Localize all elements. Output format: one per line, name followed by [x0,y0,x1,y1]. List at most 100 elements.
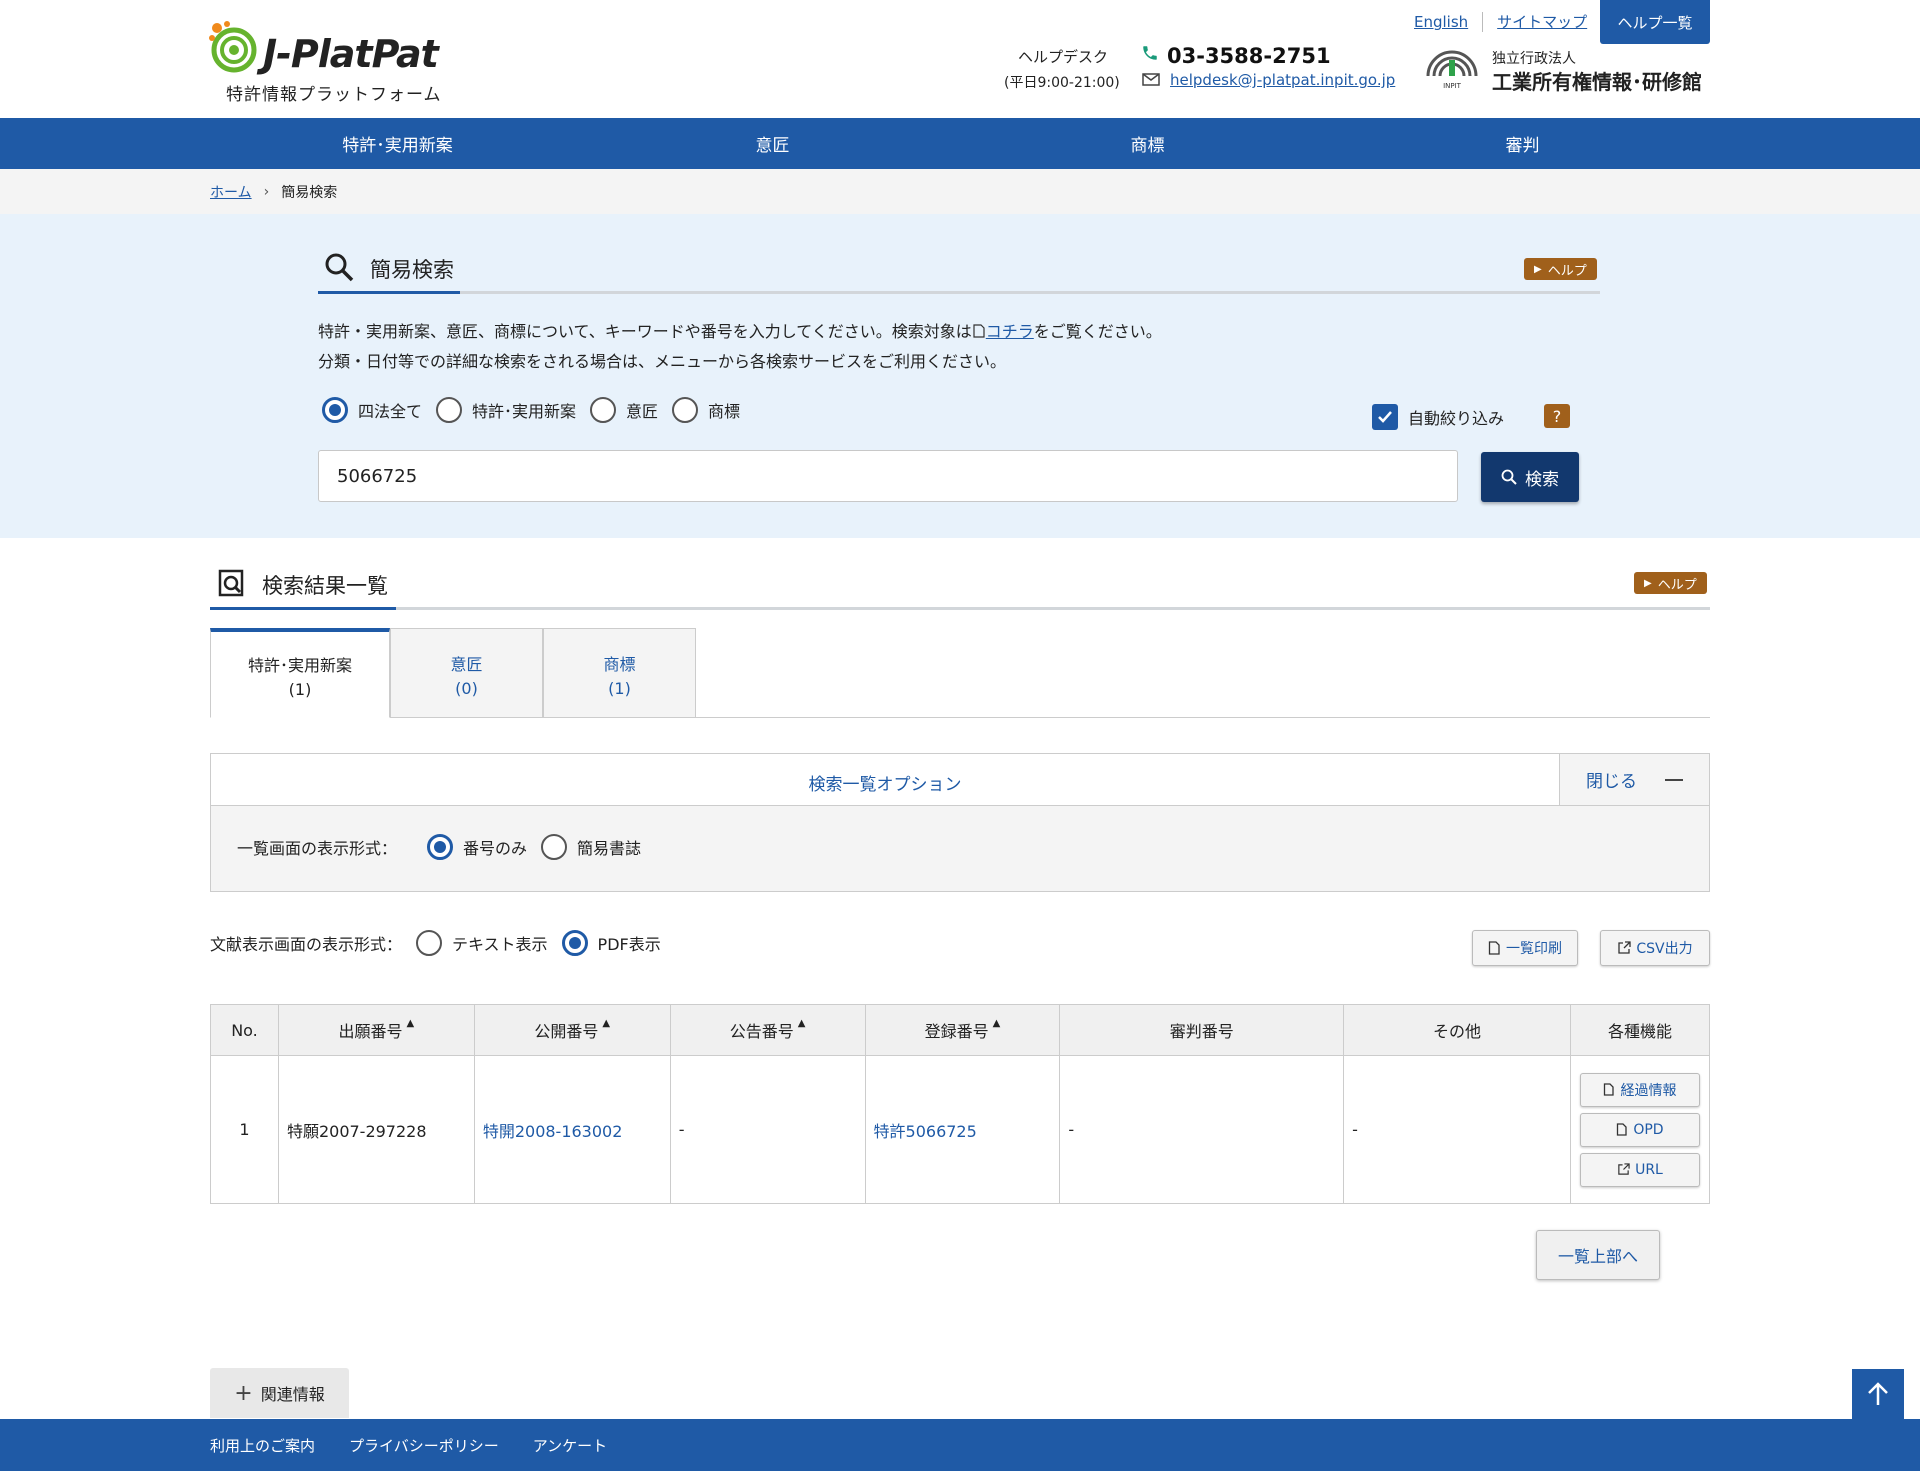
radio-trademark[interactable] [672,397,699,423]
auto-filter-help-icon[interactable]: ? [1544,404,1570,428]
radio-all-laws-label: 四法全て [358,402,423,421]
search-button[interactable]: 検索 [1481,452,1579,502]
results-title-row: 検索結果一覧 ▶ ヘルプ [210,558,1710,610]
english-link[interactable]: English [1400,12,1484,32]
to-list-top-button[interactable]: 一覧上部へ [1536,1230,1660,1280]
tab-trademark-count: (1) [608,679,631,698]
helpdesk-phone: 03-3588-2751 [1167,44,1331,68]
breadcrumb-home[interactable]: ホーム [210,182,252,202]
nav-design[interactable]: 意匠 [585,118,960,169]
top-links: English サイトマップ [1400,12,1601,32]
col-app-no[interactable]: 出願番号 ▲ [277,1004,475,1056]
pub-no-link[interactable]: 特開2008-163002 [483,1122,623,1141]
helpdesk-hours: (平日9:00-21:00) [1004,75,1120,91]
logo-text: J-PlatPat [263,32,439,76]
search-input[interactable] [318,450,1458,502]
tab-design[interactable]: 意匠 (0) [390,628,543,718]
sitemap-link[interactable]: サイトマップ [1483,12,1601,32]
inpit-logo-text: INPIT [1443,82,1462,90]
url-label: URL [1635,1161,1663,1178]
radio-number-only-label: 番号のみ [463,839,528,858]
radio-text-view[interactable] [416,930,443,956]
search-title: 簡易検索 [370,258,454,282]
col-functions: 各種機能 [1569,1004,1711,1056]
page-top-button[interactable] [1852,1369,1904,1419]
radio-simple-biblio[interactable] [541,834,568,860]
play-icon: ▶ [1534,263,1542,275]
tab-trademark[interactable]: 商標 (1) [543,628,696,718]
document-icon [1617,1123,1627,1136]
list-format-label: 一覧画面の表示形式： [237,839,398,858]
site-footer: 利用上のご案内 プライバシーポリシー アンケート [0,1419,1920,1471]
document-icon [1604,1083,1615,1096]
nav-trial[interactable]: 審判 [1335,118,1710,169]
phone-icon [1143,46,1157,60]
inpit-org-type: 独立行政法人 [1492,51,1576,67]
col-announce-no[interactable]: 公告番号 ▲ [669,1004,866,1056]
tab-patent-count: (1) [288,680,312,699]
sort-icon[interactable]: ▲ [993,1018,1001,1029]
footer-survey-link[interactable]: アンケート [533,1435,607,1456]
sort-icon[interactable]: ▲ [602,1018,610,1029]
col-pub-no[interactable]: 公開番号 ▲ [473,1004,671,1056]
desc1-pre: 特許・実用新案、意匠、商標について、キーワードや番号を入力してください。検索対象… [318,322,972,341]
col-no: No. [210,1004,279,1056]
breadcrumb: ホーム › 簡易検索 [0,169,1920,214]
title-underline [210,607,396,610]
results-help-button[interactable]: ▶ ヘルプ [1634,572,1707,594]
breadcrumb-separator: › [263,183,270,200]
search-help-button[interactable]: ▶ ヘルプ [1524,258,1597,280]
radio-number-only[interactable] [427,834,454,860]
auto-filter-label: 自動絞り込み [1408,409,1505,428]
footer-privacy-link[interactable]: プライバシーポリシー [349,1435,499,1456]
tab-trademark-label: 商標 [603,655,636,674]
results-list-icon [218,569,244,597]
progress-info-button[interactable]: 経過情報 [1579,1072,1700,1107]
radio-patent[interactable] [436,397,463,423]
cell-reg-no: 特許5066725 [864,1055,1061,1204]
radio-pdf-view[interactable] [561,930,588,956]
options-close-button[interactable]: 閉じる [1559,754,1709,805]
mail-icon [1142,73,1160,86]
radio-all-laws[interactable] [322,397,348,423]
sort-icon[interactable]: ▲ [798,1018,806,1029]
main-nav: 特許･実用新案 意匠 商標 審判 [0,118,1920,169]
search-button-label: 検索 [1525,469,1559,490]
site-logo[interactable]: J-PlatPat 特許情報プラットフォーム [208,18,458,105]
print-list-button[interactable]: 一覧印刷 [1472,930,1578,966]
radio-pdf-view-label: PDF表示 [597,935,661,954]
sort-icon[interactable]: ▲ [407,1018,415,1029]
search-icon [325,253,354,282]
cell-pub-no: 特開2008-163002 [473,1055,671,1204]
radio-text-view-label: テキスト表示 [452,935,548,954]
law-radio-group: 四法全て 特許･実用新案 意匠 商標 [322,397,754,423]
nav-trademark[interactable]: 商標 [960,118,1335,169]
cell-other: - [1343,1055,1571,1204]
reg-no-link[interactable]: 特許5066725 [874,1122,977,1141]
search-icon [1501,469,1517,485]
url-button[interactable]: URL [1579,1152,1700,1187]
helpdesk-email-link[interactable]: helpdesk@j-platpat.inpit.go.jp [1170,71,1395,89]
opd-label: OPD [1633,1121,1664,1138]
options-title[interactable]: 検索一覧オプション [211,770,1559,795]
nav-patent[interactable]: 特許･実用新案 [210,118,585,169]
col-trial-no: 審判番号 [1059,1004,1345,1056]
radio-design[interactable] [590,397,617,423]
help-list-button[interactable]: ヘルプ一覧 [1600,0,1710,44]
progress-info-label: 経過情報 [1620,1082,1677,1099]
csv-export-button[interactable]: CSV出力 [1600,930,1710,966]
search-title-row: 簡易検索 ▶ ヘルプ [318,244,1600,294]
tab-design-label: 意匠 [450,655,483,674]
search-target-link[interactable]: コチラ [986,322,1034,341]
plus-icon: + [234,1380,253,1406]
desc1-post: をご覧ください。 [1033,322,1162,341]
footer-usage-link[interactable]: 利用上のご案内 [210,1435,315,1456]
tab-patent[interactable]: 特許･実用新案 (1) [210,628,390,718]
table-row: 1 特願2007-297228 特開2008-163002 - 特許506672… [210,1055,1711,1204]
related-info-button[interactable]: + 関連情報 [210,1368,349,1418]
col-reg-no[interactable]: 登録番号 ▲ [864,1004,1061,1056]
opd-button[interactable]: OPD [1579,1112,1700,1147]
document-icon [973,324,985,338]
auto-filter-checkbox[interactable] [1372,404,1398,430]
cell-announce-no: - [669,1055,866,1204]
